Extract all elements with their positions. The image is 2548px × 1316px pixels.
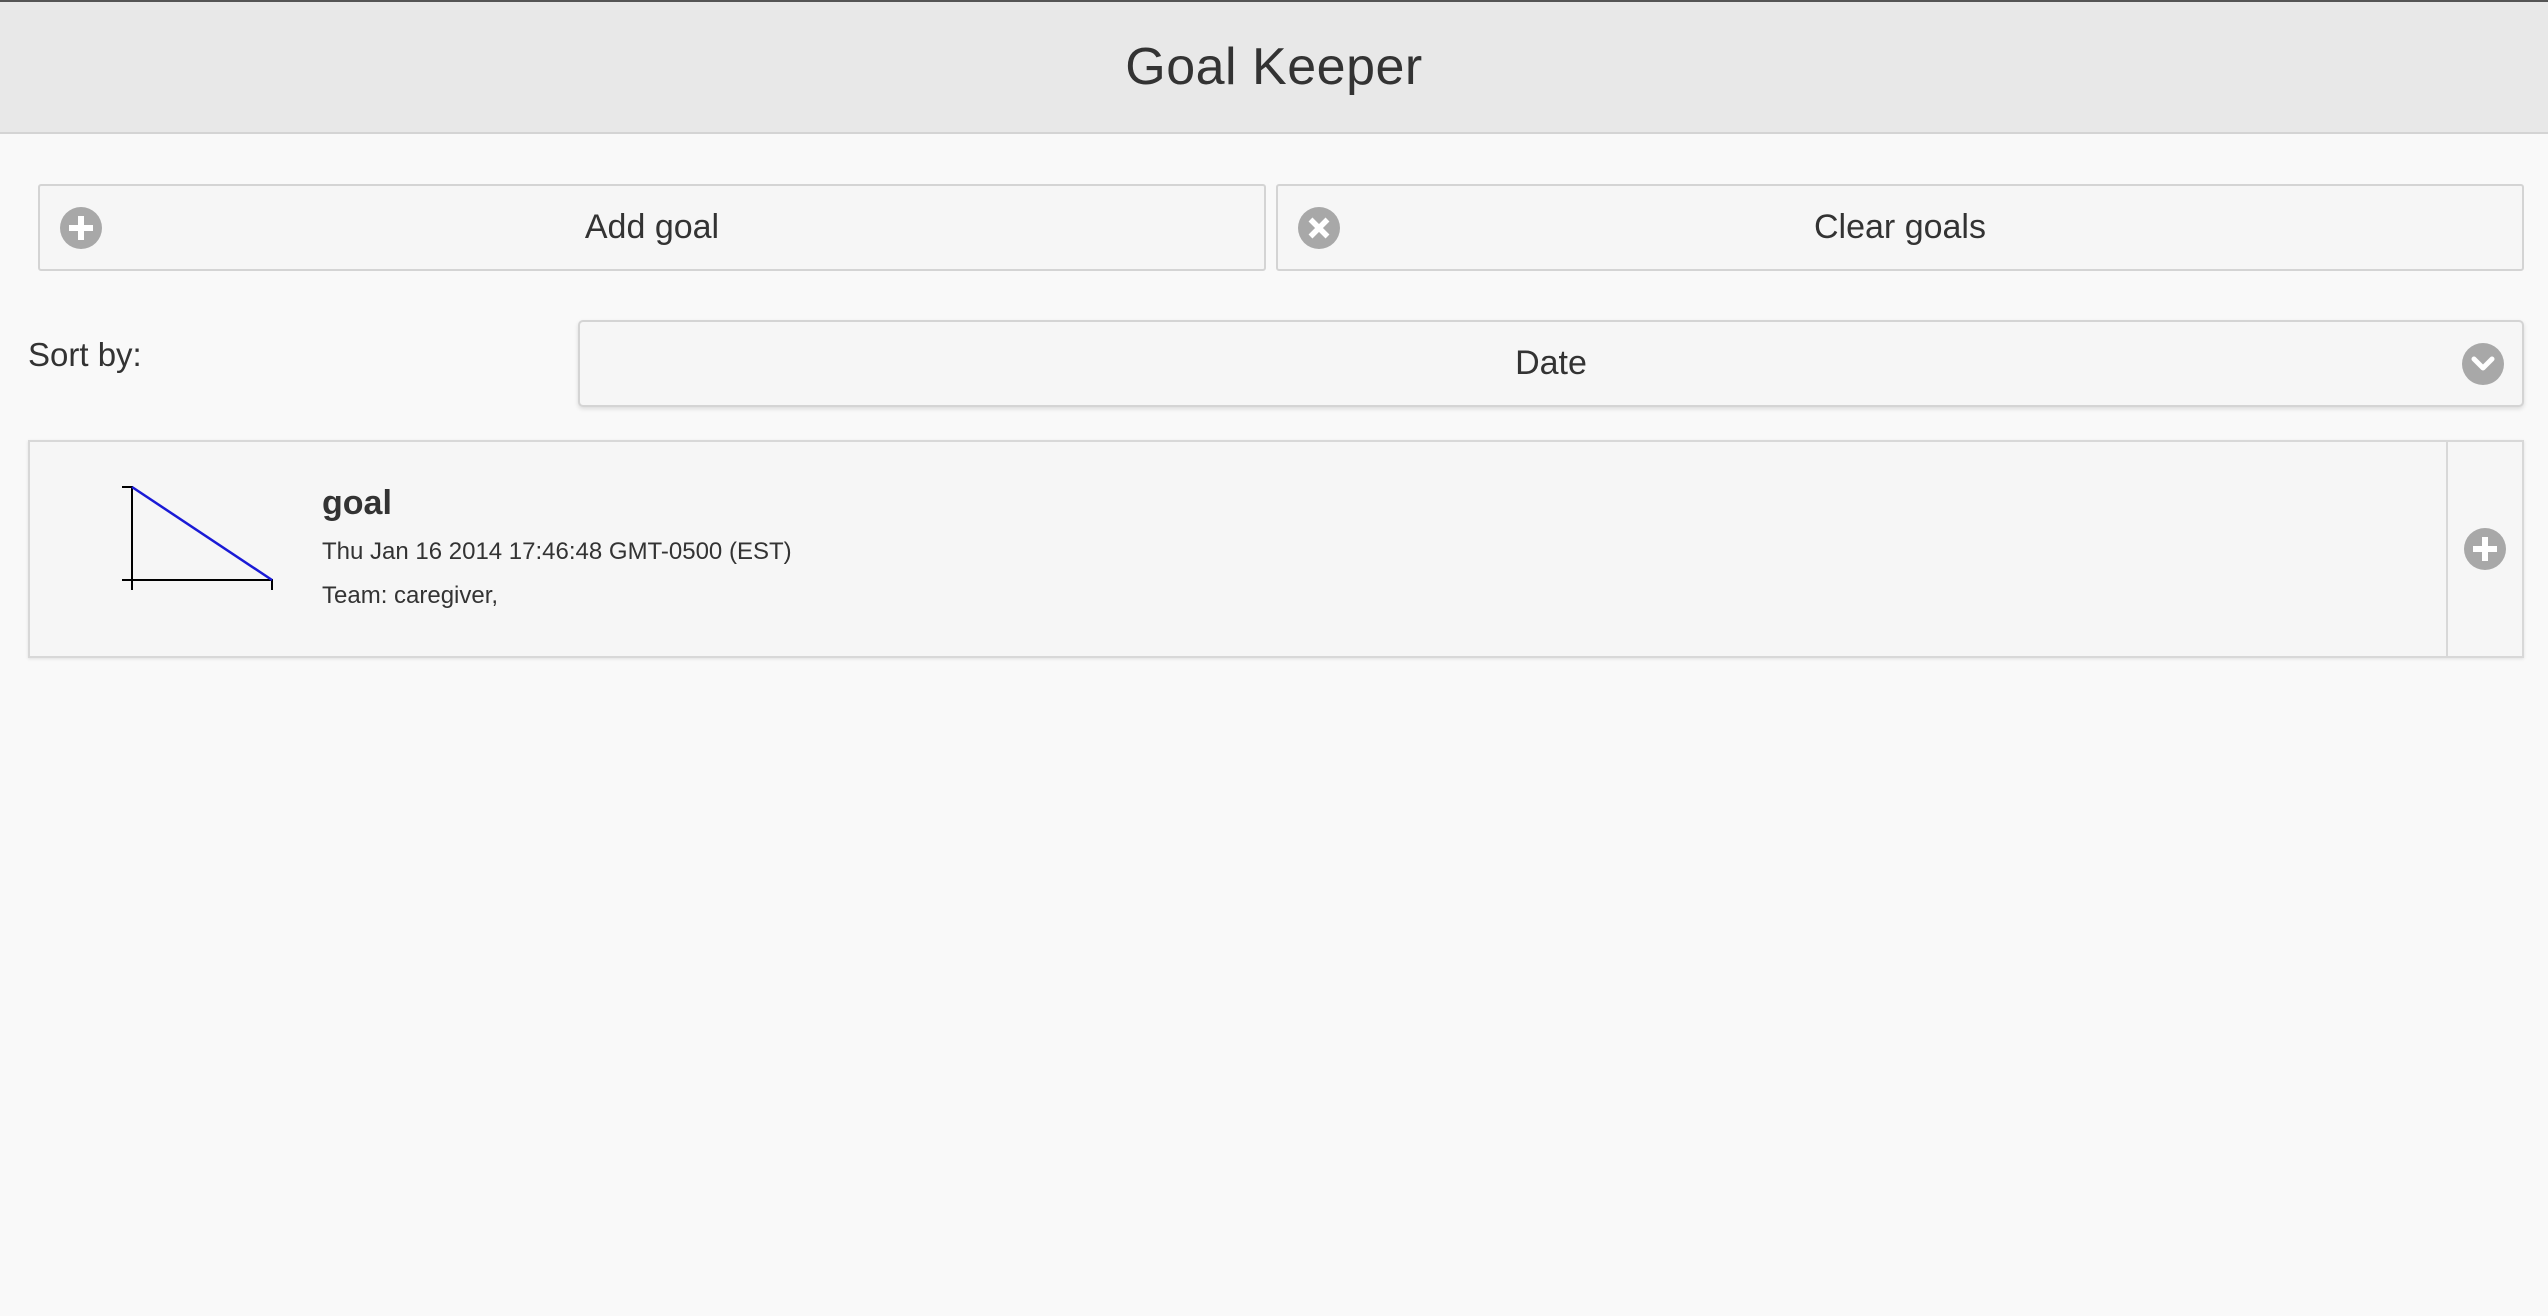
goal-list-item: goal Thu Jan 16 2014 17:46:48 GMT-0500 (… <box>28 440 2524 658</box>
x-circle-icon <box>1298 206 1340 249</box>
goal-title: goal <box>322 484 392 522</box>
sort-selected-value: Date <box>1515 344 1587 382</box>
goal-trend-thumbnail <box>122 485 273 590</box>
plus-circle-icon <box>2464 528 2506 570</box>
goal-item-link[interactable]: goal Thu Jan 16 2014 17:46:48 GMT-0500 (… <box>30 442 2446 656</box>
chevron-down-circle-icon <box>2462 342 2504 385</box>
app-title: Goal Keeper <box>1125 38 1423 96</box>
sort-select[interactable]: Date <box>578 320 2524 407</box>
plus-circle-icon <box>60 206 102 249</box>
chart-trend-line <box>131 485 273 582</box>
goal-team: Team: caregiver, <box>322 582 499 609</box>
goal-add-button[interactable] <box>2446 442 2522 656</box>
sort-by-label: Sort by: <box>28 336 142 373</box>
clear-goals-label: Clear goals <box>1814 208 1986 246</box>
goal-date: Thu Jan 16 2014 17:46:48 GMT-0500 (EST) <box>322 538 792 565</box>
add-goal-button[interactable]: Add goal <box>38 184 1266 271</box>
app-header: Goal Keeper <box>0 0 2548 134</box>
clear-goals-button[interactable]: Clear goals <box>1276 184 2524 271</box>
add-goal-label: Add goal <box>584 208 720 246</box>
